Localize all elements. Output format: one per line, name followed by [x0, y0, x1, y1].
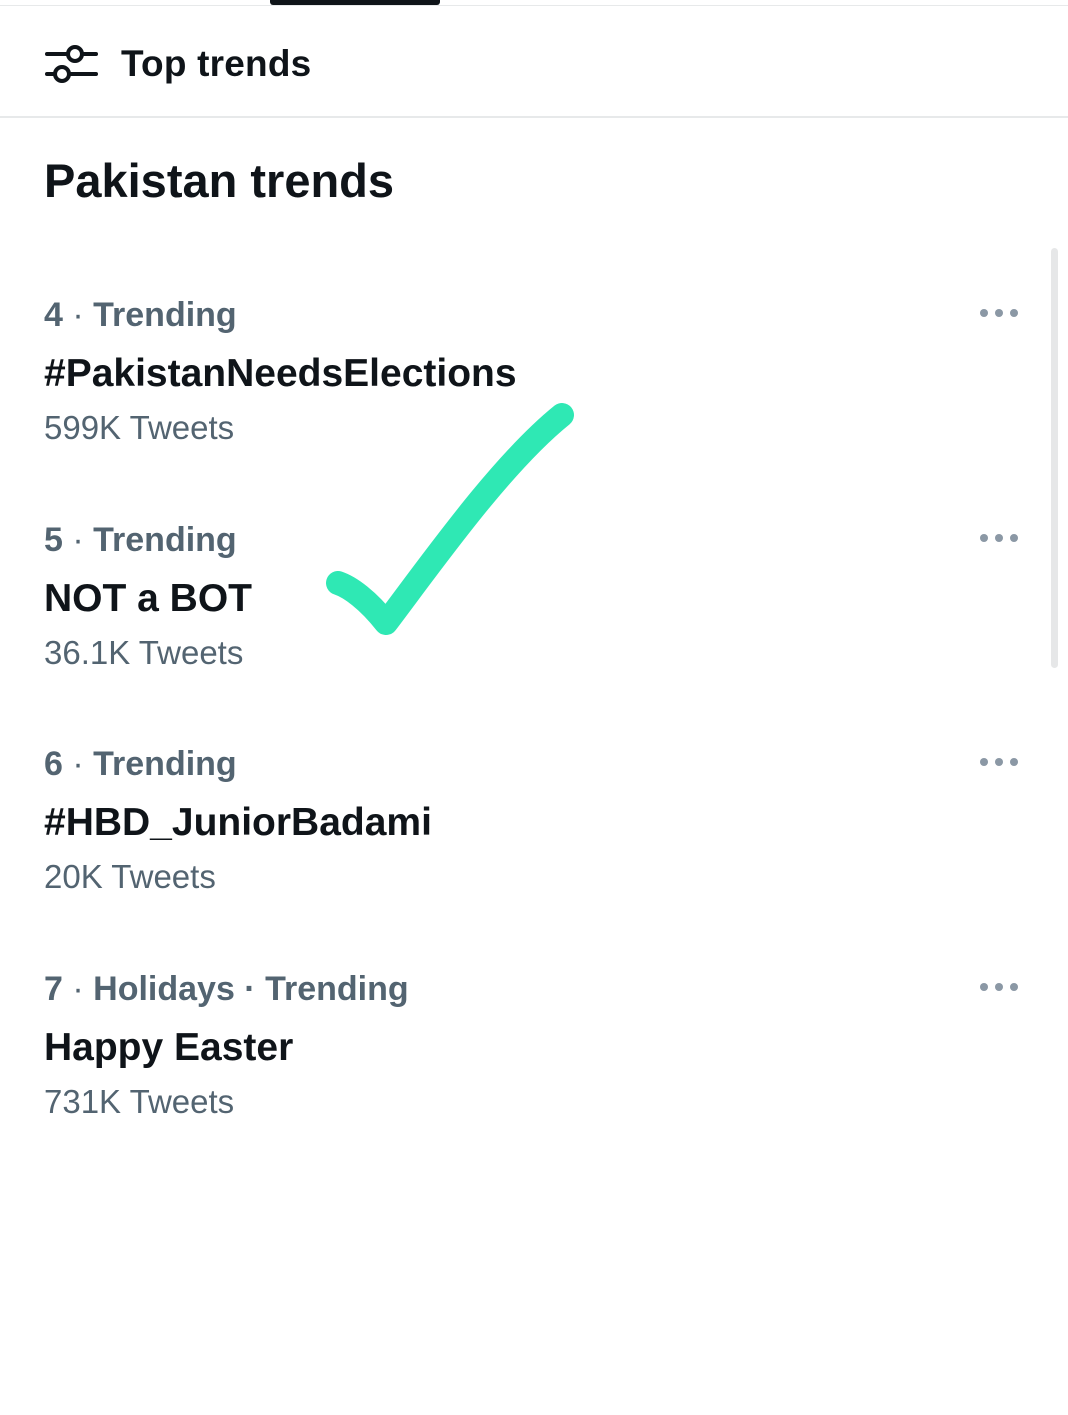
trend-name[interactable]: NOT a BOT — [44, 575, 252, 623]
trend-category: Trending — [93, 296, 237, 334]
trend-tweet-count: 599K Tweets — [44, 409, 235, 446]
trend-category: Trending — [93, 521, 237, 559]
trend-meta: 4 · Trending — [44, 296, 237, 334]
trend-rank: 4 — [44, 296, 63, 334]
trend-item[interactable]: 6 · Trending #HBD_JuniorBadami 20K Tweet… — [0, 743, 1068, 968]
trend-tweet-count: 731K Tweets — [44, 1083, 235, 1120]
sliders-icon — [45, 45, 98, 83]
header-title: Top trends — [121, 43, 312, 84]
trend-item[interactable]: 7 · Holidays · Trending Happy Easter 731… — [0, 968, 1068, 1193]
trend-name[interactable]: #HBD_JuniorBadami — [44, 799, 432, 847]
more-dots-icon — [980, 758, 1018, 766]
trend-meta: 6 · Trending — [44, 745, 237, 783]
trend-rank: 5 — [44, 521, 63, 559]
trend-rank: 7 — [44, 970, 63, 1008]
trend-item-partial[interactable] — [0, 1190, 1068, 1415]
more-dots-icon — [980, 983, 1018, 991]
trend-meta: 7 · Holidays · Trending — [44, 970, 409, 1008]
more-dots-icon — [980, 534, 1018, 542]
more-options-button[interactable] — [972, 745, 1026, 779]
trend-category: Trending — [93, 745, 237, 783]
trend-tweet-count: 36.1K Tweets — [44, 634, 244, 671]
more-options-button[interactable] — [972, 296, 1026, 330]
checkmark-icon — [326, 403, 574, 635]
more-options-button[interactable] — [972, 970, 1026, 1004]
trend-name[interactable]: Happy Easter — [44, 1024, 293, 1072]
top-trends-header[interactable]: Top trends — [0, 6, 1068, 118]
trend-tweet-count: 20K Tweets — [44, 858, 216, 895]
trend-meta: 5 · Trending — [44, 521, 237, 559]
more-options-button[interactable] — [972, 521, 1026, 555]
trend-name[interactable]: #PakistanNeedsElections — [44, 350, 517, 398]
more-dots-icon — [980, 309, 1018, 317]
trend-category: Holidays · Trending — [93, 970, 409, 1008]
section-title: Pakistan trends — [44, 154, 395, 207]
trend-rank: 6 — [44, 745, 63, 783]
